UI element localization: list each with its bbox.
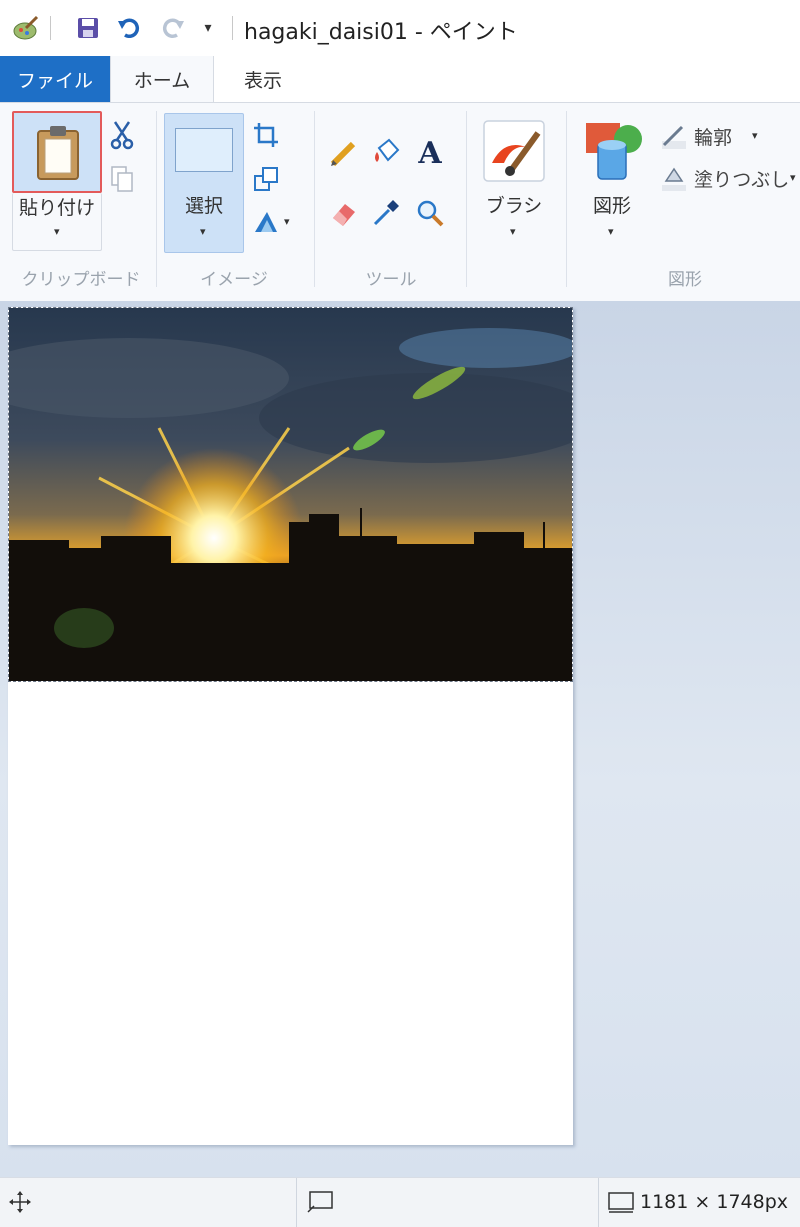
group-separator [466, 111, 467, 287]
tools-group-label: ツール [365, 270, 417, 290]
tab-file[interactable]: ファイル [0, 56, 110, 102]
drawing-canvas[interactable] [8, 307, 573, 1145]
image-size-icon [606, 1190, 636, 1218]
outline-icon[interactable] [658, 121, 690, 153]
undo-icon[interactable] [116, 14, 144, 42]
select-arrow-icon: ▾ [200, 225, 206, 238]
shapes-group-label: 図形 [668, 270, 702, 290]
text-tool-icon[interactable]: A [414, 136, 446, 171]
image-group-label: イメージ [200, 270, 268, 290]
cursor-position-icon [8, 1190, 32, 1218]
group-separator [314, 111, 315, 287]
ribbon-tabs: ファイル ホーム 表示 [0, 56, 800, 102]
paint-app-icon[interactable] [12, 14, 40, 42]
fill-arrow-icon[interactable]: ▾ [790, 171, 796, 184]
group-separator [566, 111, 567, 287]
brush-icon [483, 120, 545, 182]
color-picker-icon[interactable] [370, 197, 402, 229]
fill-icon[interactable] [658, 163, 690, 195]
tab-view[interactable]: 表示 [222, 56, 304, 102]
rotate-arrow-icon[interactable]: ▾ [284, 215, 290, 228]
paste-label: 貼り付け [18, 197, 95, 219]
clipboard-icon [37, 126, 79, 180]
pencil-icon[interactable] [328, 137, 360, 169]
window-title: hagaki_daisi01 - ペイント [244, 20, 518, 45]
brushes-label: ブラシ [485, 195, 543, 217]
shapes-label: 図形 [592, 195, 631, 217]
sunset-photo[interactable] [8, 307, 573, 682]
group-separator [156, 111, 157, 287]
qat-customize-dropdown[interactable]: ▾ [194, 14, 222, 42]
canvas-workspace[interactable] [0, 301, 800, 1177]
eraser-icon[interactable] [328, 197, 360, 229]
fill-bucket-icon[interactable] [370, 137, 402, 169]
outline-arrow-icon[interactable]: ▾ [752, 129, 758, 142]
clipboard-group-label: クリップボード [21, 270, 141, 290]
qat-separator [50, 16, 51, 40]
paste-button[interactable] [12, 111, 102, 193]
paste-arrow-icon: ▾ [54, 225, 60, 238]
brushes-arrow-icon: ▾ [510, 225, 516, 238]
status-separator [296, 1178, 297, 1227]
fill-label[interactable]: 塗りつぶし [694, 165, 789, 192]
outline-label[interactable]: 輪郭 [694, 123, 732, 150]
image-size-text: 1181 × 1748px [640, 1191, 789, 1213]
title-bar: ▾ hagaki_daisi01 - ペイント [0, 0, 800, 56]
save-icon[interactable] [74, 14, 102, 42]
selection-size-icon [306, 1190, 334, 1218]
magnifier-icon[interactable] [414, 197, 446, 229]
ribbon: 貼り付け ▾ クリップボード 選択 ▾ ▾ イメージ A ツール ブラシ ▾ 図… [0, 102, 800, 302]
crop-icon[interactable] [250, 119, 282, 151]
shapes-icon [586, 123, 642, 180]
sunset-image [9, 308, 572, 681]
shapes-arrow-icon: ▾ [608, 225, 614, 238]
tab-home[interactable]: ホーム [110, 56, 214, 102]
title-separator [232, 16, 233, 40]
rotate-icon[interactable] [250, 205, 282, 237]
cut-icon[interactable] [106, 119, 138, 151]
select-label: 選択 [184, 195, 223, 217]
redo-icon[interactable] [158, 14, 186, 42]
select-rectangle-icon [175, 128, 233, 172]
copy-icon[interactable] [106, 163, 138, 195]
status-separator [598, 1178, 599, 1227]
status-bar: 1181 × 1748px [0, 1177, 800, 1227]
resize-icon[interactable] [250, 163, 282, 195]
